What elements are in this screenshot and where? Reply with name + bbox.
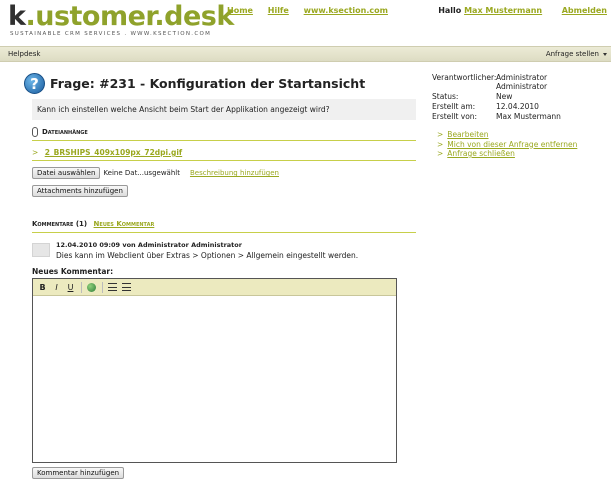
comment-text: Dies kann im Webclient über Extras > Opt…	[56, 251, 359, 260]
logout-link[interactable]: Abmelden	[562, 6, 607, 15]
created-label: Erstellt am:	[432, 102, 476, 111]
created-value: 12.04.2010	[496, 102, 539, 111]
ordered-list-button[interactable]	[106, 281, 119, 294]
chevron-down-icon	[603, 52, 607, 56]
top-nav: Home Hilfe www.ksection.com	[227, 6, 400, 15]
editor-toolbar: B I U	[33, 279, 396, 296]
toolbar-separator	[102, 281, 103, 293]
menu-bar: Helpdesk Anfrage stellen	[0, 46, 611, 62]
logo-text: k.ustomer.desk	[8, 1, 234, 32]
divider	[32, 160, 416, 161]
ordered-list-icon	[108, 283, 117, 291]
user-greeting: Hallo Max Mustermann Abmelden	[438, 6, 607, 15]
attachments-heading: Dateianhänge	[32, 127, 416, 141]
add-description-link[interactable]: Beschreibung hinzufügen	[190, 169, 279, 177]
request-details: Verantwortlicher: Administrator Administ…	[432, 73, 561, 122]
no-file-label: Keine Dat...usgewählt	[103, 169, 180, 177]
add-attachments-button[interactable]: Attachments hinzufügen	[32, 185, 128, 197]
edit-link[interactable]: Bearbeiten	[447, 130, 488, 139]
comment-item: 12.04.2010 09:09 von Administrator Admin…	[32, 241, 358, 260]
italic-button[interactable]: I	[50, 281, 63, 294]
bold-button[interactable]: B	[36, 281, 49, 294]
logo-tagline: SUSTAINABLE CRM SERVICES . WWW.KSECTION.…	[10, 31, 212, 37]
new-comment-link[interactable]: Neues Kommentar	[94, 220, 155, 228]
attachment-link[interactable]: 2_BRSHIPS_409x109px_72dpi.gif	[45, 148, 182, 157]
logo: k.ustomer.desk SUSTAINABLE CRM SERVICES …	[8, 1, 234, 38]
question-text: Kann ich einstellen welche Ansicht beim …	[32, 99, 416, 120]
file-upload-row: Datei auswählen Keine Dat...usgewählt Be…	[32, 167, 279, 179]
creator-value: Max Mustermann	[496, 112, 561, 121]
user-name-link[interactable]: Max Mustermann	[464, 6, 542, 15]
underline-button[interactable]: U	[64, 281, 77, 294]
unordered-list-icon	[122, 283, 131, 291]
remove-me-link[interactable]: Mich von dieser Anfrage entfernen	[447, 140, 577, 149]
link-button[interactable]	[85, 281, 98, 294]
nav-home-link[interactable]: Home	[227, 6, 253, 15]
responsible-value: Administrator	[496, 73, 548, 82]
page-header: ? Frage: #231 - Konfiguration der Starta…	[24, 73, 365, 94]
creator-label: Erstellt von:	[432, 112, 478, 121]
submit-comment-button[interactable]: Kommentar hinzufügen	[32, 467, 125, 479]
attachment-item: > 2_BRSHIPS_409x109px_72dpi.gif	[32, 148, 183, 157]
responsible-label: Verantwortlicher:	[432, 73, 497, 82]
avatar	[32, 243, 50, 257]
status-value: New	[496, 92, 513, 101]
new-comment-label: Neues Kommentar:	[32, 267, 114, 276]
paperclip-icon	[32, 127, 38, 137]
menu-new-request[interactable]: Anfrage stellen	[546, 50, 607, 58]
nav-site-link[interactable]: www.ksection.com	[304, 6, 388, 15]
comment-textarea[interactable]	[33, 296, 396, 462]
comments-heading: Kommentare (1) Neues Kommentar	[32, 220, 416, 233]
comment-editor: B I U	[32, 278, 397, 463]
close-request-link[interactable]: Anfrage schließen	[447, 149, 515, 158]
unordered-list-button[interactable]	[120, 281, 133, 294]
choose-file-button[interactable]: Datei auswählen	[32, 167, 101, 179]
nav-help-link[interactable]: Hilfe	[268, 6, 289, 15]
question-icon: ?	[24, 73, 45, 94]
globe-icon	[87, 282, 96, 292]
page-title: Frage: #231 - Konfiguration der Startans…	[50, 76, 366, 91]
toolbar-separator	[81, 281, 82, 293]
menu-helpdesk[interactable]: Helpdesk	[8, 50, 40, 58]
status-label: Status:	[432, 92, 459, 101]
request-actions: > Bearbeiten > Mich von dieser Anfrage ent…	[437, 130, 578, 158]
comment-meta: 12.04.2010 09:09 von Administrator Admin…	[56, 241, 242, 249]
responsible-value: Administrator	[496, 82, 548, 91]
